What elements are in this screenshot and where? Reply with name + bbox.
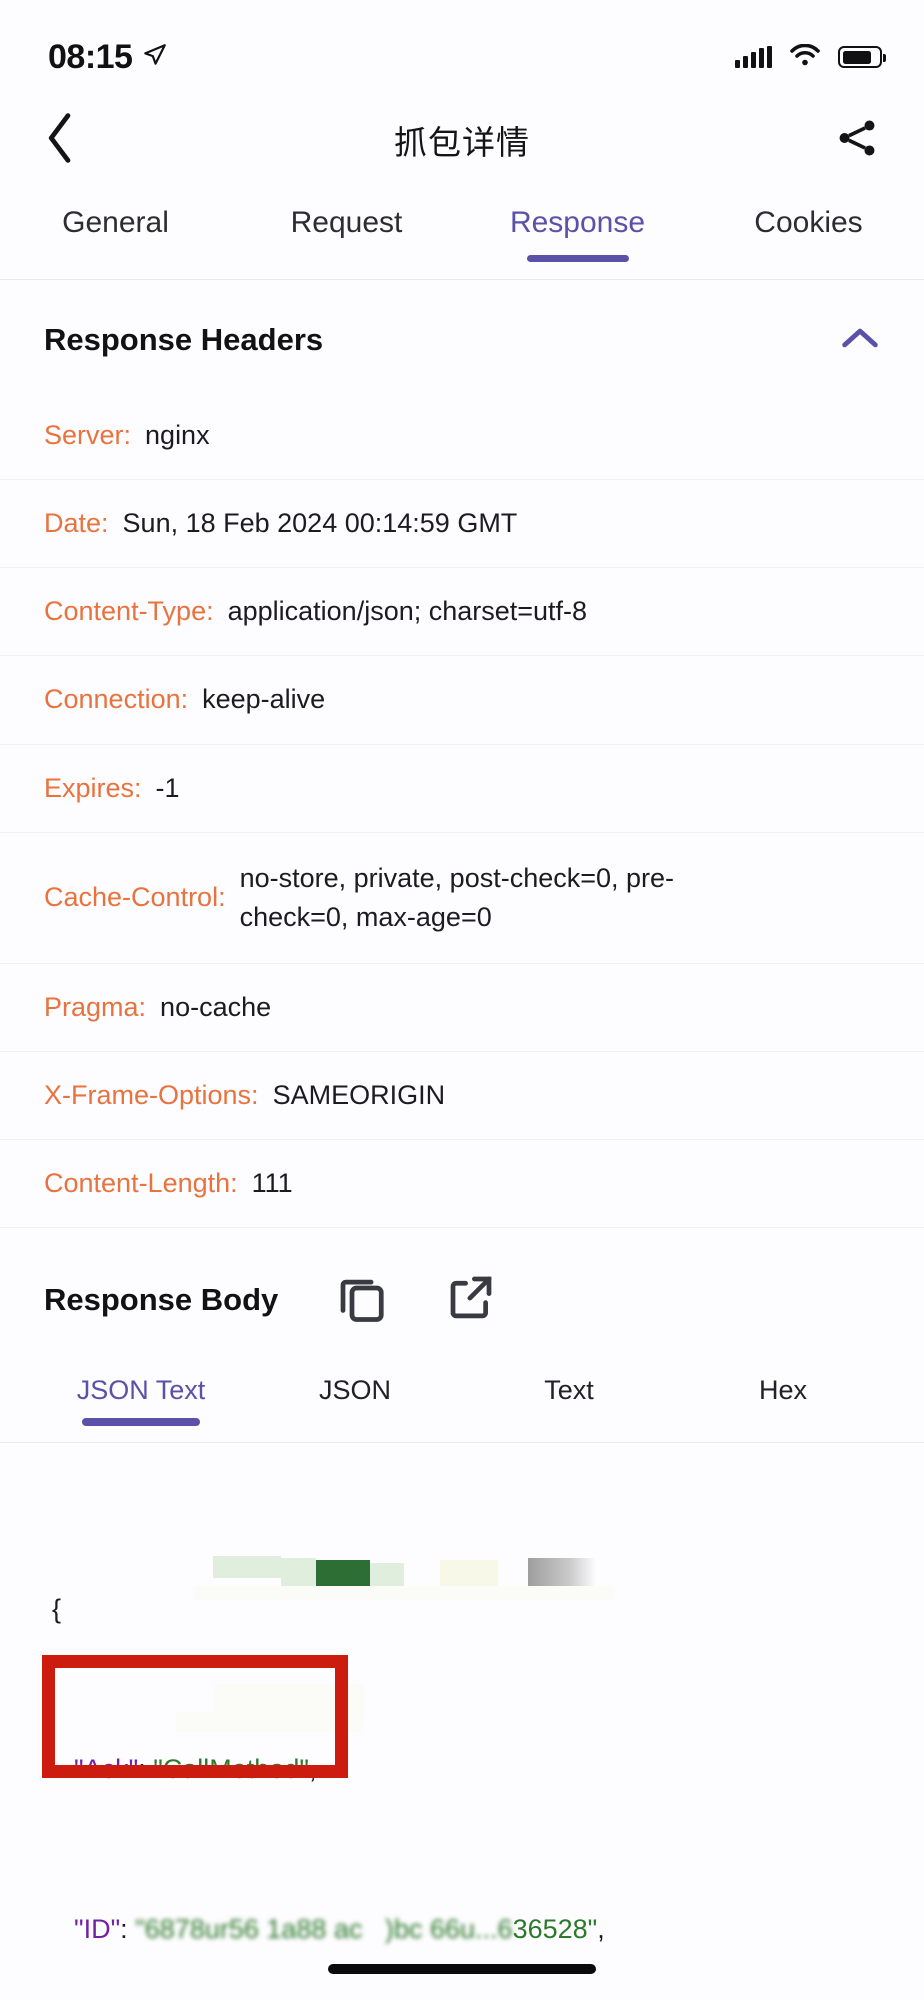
header-key: Cache-Control: bbox=[44, 882, 226, 913]
subtab-hex[interactable]: Hex bbox=[676, 1359, 890, 1406]
tab-cookies[interactable]: Cookies bbox=[693, 188, 924, 240]
header-key: Content-Type: bbox=[44, 596, 214, 627]
subtab-text-label: Text bbox=[544, 1375, 594, 1406]
table-row: Date: Sun, 18 Feb 2024 00:14:59 GMT bbox=[0, 479, 924, 567]
header-value: keep-alive bbox=[202, 684, 326, 715]
location-arrow-icon bbox=[142, 42, 168, 73]
tab-general[interactable]: General bbox=[0, 188, 231, 240]
tab-cookies-label: Cookies bbox=[754, 206, 863, 239]
tab-general-label: General bbox=[62, 206, 169, 239]
header-key: Date: bbox=[44, 508, 109, 539]
table-row: Connection: keep-alive bbox=[0, 655, 924, 743]
json-key-id: "ID" bbox=[74, 1914, 121, 1945]
tab-response-label: Response bbox=[509, 206, 646, 239]
json-comma: , bbox=[308, 1754, 317, 1785]
subtab-json-text[interactable]: JSON Text bbox=[34, 1359, 248, 1406]
table-row: Content-Length: 111 bbox=[0, 1139, 924, 1227]
body-format-tabs: JSON Text JSON Text Hex bbox=[0, 1359, 924, 1444]
response-headers-list: Server: nginx Date: Sun, 18 Feb 2024 00:… bbox=[0, 392, 924, 1227]
subtab-hex-label: Hex bbox=[758, 1375, 807, 1406]
detail-tabs: General Request Response Cookies bbox=[0, 188, 924, 280]
tab-response[interactable]: Response bbox=[462, 188, 693, 240]
header-value: no-cache bbox=[160, 991, 272, 1022]
response-body-title: Response Body bbox=[44, 1281, 279, 1317]
table-row: Cache-Control: no-store, private, post-c… bbox=[0, 831, 924, 963]
status-bar: 08:15 bbox=[0, 0, 924, 92]
collapse-toggle[interactable] bbox=[840, 325, 880, 356]
table-row: Server: nginx bbox=[0, 392, 924, 479]
json-comma: , bbox=[597, 1914, 605, 1945]
json-line: { bbox=[52, 1589, 880, 1629]
header-value: SAMEORIGIN bbox=[272, 1080, 446, 1111]
subtab-text[interactable]: Text bbox=[462, 1359, 676, 1406]
header-value: 111 bbox=[251, 1168, 293, 1199]
open-external-button[interactable] bbox=[444, 1270, 498, 1329]
json-value-ack: "CallMethod" bbox=[153, 1754, 309, 1785]
header-key: Expires: bbox=[44, 772, 142, 803]
status-time: 08:15 bbox=[48, 37, 133, 76]
response-body-section-header: Response Body bbox=[0, 1228, 924, 1359]
table-row: Pragma: no-cache bbox=[0, 962, 924, 1051]
json-value-id-start: "687 bbox=[135, 1914, 190, 1945]
table-row: Expires: -1 bbox=[0, 743, 924, 832]
json-key-ack: "Ack" bbox=[74, 1754, 139, 1785]
table-row: Content-Type: application/json; charset=… bbox=[0, 567, 924, 655]
header-key: Content-Length: bbox=[44, 1168, 238, 1199]
json-line: "ID": "6878ur56 1a88 ac )bc 66u...636528… bbox=[52, 1909, 880, 1949]
json-value-id-redacted: 8ur56 1a88 ac )bc 66u...6 bbox=[189, 1914, 513, 1945]
page-title: 抓包详情 bbox=[394, 124, 530, 161]
json-colon: : bbox=[138, 1754, 154, 1785]
header-key: Server: bbox=[44, 420, 132, 451]
external-link-icon bbox=[444, 1270, 498, 1329]
app-screen: 08:15 抓包详情 General Request Response Cook… bbox=[0, 0, 924, 2000]
tab-request[interactable]: Request bbox=[231, 188, 462, 240]
header-key: Pragma: bbox=[44, 992, 147, 1023]
response-headers-section-header[interactable]: Response Headers bbox=[0, 280, 924, 392]
subtab-json[interactable]: JSON bbox=[248, 1359, 462, 1406]
json-open-brace: { bbox=[52, 1594, 62, 1625]
header-value: nginx bbox=[145, 420, 210, 450]
header-value: Sun, 18 Feb 2024 00:14:59 GMT bbox=[122, 508, 518, 539]
battery-icon bbox=[838, 46, 886, 68]
home-indicator bbox=[328, 1964, 596, 1974]
status-bar-right bbox=[735, 43, 886, 71]
json-value-id-end: 36528" bbox=[512, 1914, 598, 1945]
subtab-json-label: JSON bbox=[318, 1375, 391, 1406]
subtab-json-text-label: JSON Text bbox=[76, 1375, 206, 1406]
header-value: application/json; charset=utf-8 bbox=[227, 596, 588, 627]
header-value: no-store, private, post-check=0, pre-che… bbox=[239, 862, 675, 932]
json-colon: : bbox=[120, 1914, 136, 1945]
response-headers-title: Response Headers bbox=[44, 322, 324, 357]
wifi-icon bbox=[790, 43, 820, 71]
header-key: Connection: bbox=[44, 684, 189, 715]
copy-icon bbox=[334, 1270, 388, 1329]
copy-button[interactable] bbox=[334, 1270, 388, 1329]
header-value: -1 bbox=[155, 772, 180, 803]
tab-request-label: Request bbox=[290, 206, 403, 239]
table-row: X-Frame-Options: SAMEORIGIN bbox=[0, 1051, 924, 1139]
chevron-up-icon bbox=[840, 325, 880, 356]
status-bar-left: 08:15 bbox=[48, 38, 168, 77]
cellular-signal-icon bbox=[735, 46, 772, 68]
header-key: X-Frame-Options: bbox=[44, 1080, 259, 1111]
nav-bar: 抓包详情 bbox=[0, 92, 924, 188]
json-text-viewer[interactable]: { "Ack": "CallMethod", "ID": "6878ur56 1… bbox=[0, 1443, 924, 2000]
json-line: "Ack": "CallMethod", bbox=[52, 1749, 880, 1789]
